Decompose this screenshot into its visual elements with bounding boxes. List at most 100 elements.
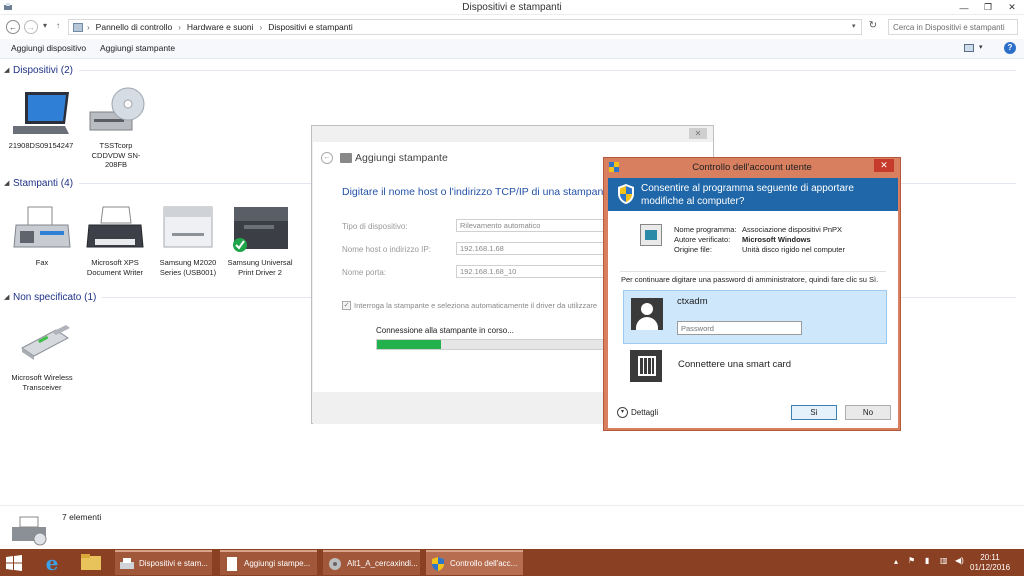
- address-bar[interactable]: › Pannello di controllo › Hardware e suo…: [68, 19, 862, 35]
- printer-label: Microsoft XPS Document Writer: [86, 258, 144, 277]
- details-toggle[interactable]: Dettagli: [631, 408, 658, 417]
- arrow-up-icon: ↑: [56, 21, 60, 30]
- wizard-close-button[interactable]: ✕: [689, 128, 707, 139]
- close-button[interactable]: ✕: [1000, 0, 1024, 15]
- view-dropdown-button[interactable]: ▾: [979, 43, 983, 51]
- device-item[interactable]: Microsoft Wireless Transceiver: [9, 318, 75, 392]
- volume-icon[interactable]: ◀): [955, 556, 964, 576]
- address-dropdown-button[interactable]: ▾: [852, 22, 856, 30]
- host-input[interactable]: 192.168.1.68: [456, 242, 606, 255]
- network-icon[interactable]: ▥: [940, 556, 948, 576]
- help-icon[interactable]: ?: [1004, 42, 1016, 54]
- uac-dialog: Controllo dell'account utente ✕ Consenti…: [603, 157, 901, 431]
- program-name-row: Nome programma: Associazione dispositivi …: [674, 225, 842, 234]
- printer-item[interactable]: Microsoft XPS Document Writer: [82, 203, 148, 277]
- program-icon: [640, 224, 662, 246]
- printer-item[interactable]: Samsung Universal Print Driver 2: [227, 203, 293, 277]
- file-explorer-icon[interactable]: [75, 551, 107, 574]
- internet-explorer-icon[interactable]: e: [36, 551, 68, 574]
- window-title: Dispositivi e stampanti: [462, 2, 562, 13]
- publisher-label: Autore verificato:: [674, 235, 731, 244]
- collapse-arrow-icon: ◢: [4, 294, 10, 301]
- tool-icon: [329, 557, 341, 570]
- no-button[interactable]: No: [845, 405, 891, 420]
- uac-titlebar: Controllo dell'account utente ✕: [604, 158, 900, 176]
- recent-locations-button[interactable]: ▾: [43, 21, 47, 30]
- view-options-icon[interactable]: [964, 44, 974, 52]
- device-item[interactable]: TSSTcorp CDDVDW SN-208FB: [83, 86, 149, 170]
- devices-printers-icon: [12, 516, 47, 546]
- taskbar-button-label: Controllo dell'acc...: [450, 559, 518, 568]
- query-printer-label: Interroga la stampante e seleziona autom…: [354, 301, 598, 310]
- user-avatar-icon: [631, 298, 663, 330]
- action-center-icon[interactable]: ⚑: [908, 556, 915, 576]
- taskbar-uac[interactable]: Controllo dell'acc...: [426, 550, 523, 575]
- origin-row: Origine file: Unità disco rigido nel comp…: [674, 245, 845, 254]
- uac-close-button[interactable]: ✕: [874, 159, 894, 172]
- yes-button[interactable]: Sì: [791, 405, 837, 420]
- breadcrumb-hardware[interactable]: Hardware e suoni: [187, 22, 254, 32]
- wizard-title: Aggiungi stampante: [355, 152, 448, 164]
- show-hidden-icons-icon[interactable]: ▴: [894, 557, 898, 576]
- refresh-button[interactable]: ↻: [866, 20, 880, 34]
- query-printer-checkbox[interactable]: ✓: [342, 301, 351, 310]
- printer-item[interactable]: Samsung M2020 Series (USB001): [155, 203, 221, 277]
- breadcrumb-control-panel[interactable]: Pannello di controllo: [96, 22, 173, 32]
- forward-button[interactable]: →: [24, 20, 38, 34]
- taskbar-search-tool[interactable]: Alt1_A_cercaxindi...: [323, 550, 420, 575]
- printer-icon: [340, 153, 352, 163]
- taskbar-clock[interactable]: 20:11 01/12/2016: [970, 553, 1010, 573]
- control-panel-icon: [73, 23, 83, 32]
- uac-heading: Consentire al programma seguente di appo…: [641, 183, 854, 207]
- breadcrumb-separator-icon: ›: [178, 22, 181, 32]
- group-devices[interactable]: ◢ Dispositivi (2): [4, 64, 1016, 76]
- admin-credential-tile[interactable]: ctxadm: [623, 290, 887, 344]
- device-type-select[interactable]: Rilevamento automatico: [456, 219, 606, 232]
- laptop-icon: [13, 92, 69, 134]
- taskbar-devices-printers[interactable]: Dispositivi e stam...: [115, 550, 212, 575]
- refresh-icon: ↻: [868, 20, 878, 31]
- taskbar-button-label: Alt1_A_cercaxindi...: [347, 559, 418, 568]
- add-device-button[interactable]: Aggiungi dispositivo: [11, 43, 86, 53]
- uac-title: Controllo dell'account utente: [692, 162, 812, 173]
- taskbar-add-printer[interactable]: Aggiungi stampe...: [220, 550, 317, 575]
- minimize-button[interactable]: —: [952, 0, 976, 15]
- device-type-label: Tipo di dispositivo:: [342, 222, 408, 231]
- up-button[interactable]: ↑: [56, 21, 60, 30]
- printer-icon: [86, 206, 144, 248]
- printer-label: Fax: [35, 258, 49, 267]
- details-pane: 7 elementi: [0, 505, 1024, 549]
- connection-status: Connessione alla stampante in corso...: [376, 326, 514, 335]
- divider: [620, 271, 886, 272]
- uac-footer: ▾ Dettagli Sì No: [608, 396, 898, 428]
- add-printer-button[interactable]: Aggiungi stampante: [100, 43, 175, 53]
- taskbar-button-label: Aggiungi stampe...: [244, 559, 311, 568]
- collapse-arrow-icon: ◢: [4, 67, 10, 74]
- chevron-down-icon[interactable]: ▾: [617, 407, 628, 418]
- laser-printer-icon: [163, 206, 213, 248]
- battery-icon[interactable]: ▮: [925, 556, 929, 576]
- smart-card-option[interactable]: Connettere una smart card: [623, 348, 887, 384]
- maximize-button[interactable]: ❐: [976, 0, 1000, 15]
- fax-icon: [13, 206, 71, 248]
- window-titlebar: Dispositivi e stampanti — ❐ ✕: [0, 0, 1024, 15]
- origin: Unità disco rigido nel computer: [742, 245, 845, 254]
- clock-date: 01/12/2016: [970, 563, 1011, 572]
- device-item[interactable]: 21908DS09154247: [8, 86, 74, 151]
- progress-fill: [377, 340, 441, 349]
- port-input[interactable]: 192.168.1.68_10: [456, 265, 606, 278]
- printer-item[interactable]: Fax: [9, 203, 75, 268]
- breadcrumb-devices[interactable]: Dispositivi e stampanti: [268, 22, 353, 32]
- windows-start-icon[interactable]: [6, 555, 22, 571]
- search-input[interactable]: Cerca in Dispositivi e stampanti: [888, 19, 1018, 35]
- wizard-back-button[interactable]: ←: [321, 152, 333, 164]
- back-button[interactable]: ←: [6, 20, 20, 34]
- command-bar: Aggiungi dispositivo Aggiungi stampante …: [0, 39, 1024, 59]
- address-row: ← → ▾ ↑ › Pannello di controllo › Hardwa…: [0, 17, 1024, 37]
- arrow-left-icon: ←: [9, 22, 17, 32]
- password-field[interactable]: [677, 321, 802, 335]
- publisher-row: Autore verificato: Microsoft Windows: [674, 235, 811, 244]
- chevron-down-icon: ▾: [43, 21, 48, 30]
- program-name: Associazione dispositivi PnPX: [742, 225, 843, 234]
- printer-label: Samsung M2020 Series (USB001): [159, 258, 217, 277]
